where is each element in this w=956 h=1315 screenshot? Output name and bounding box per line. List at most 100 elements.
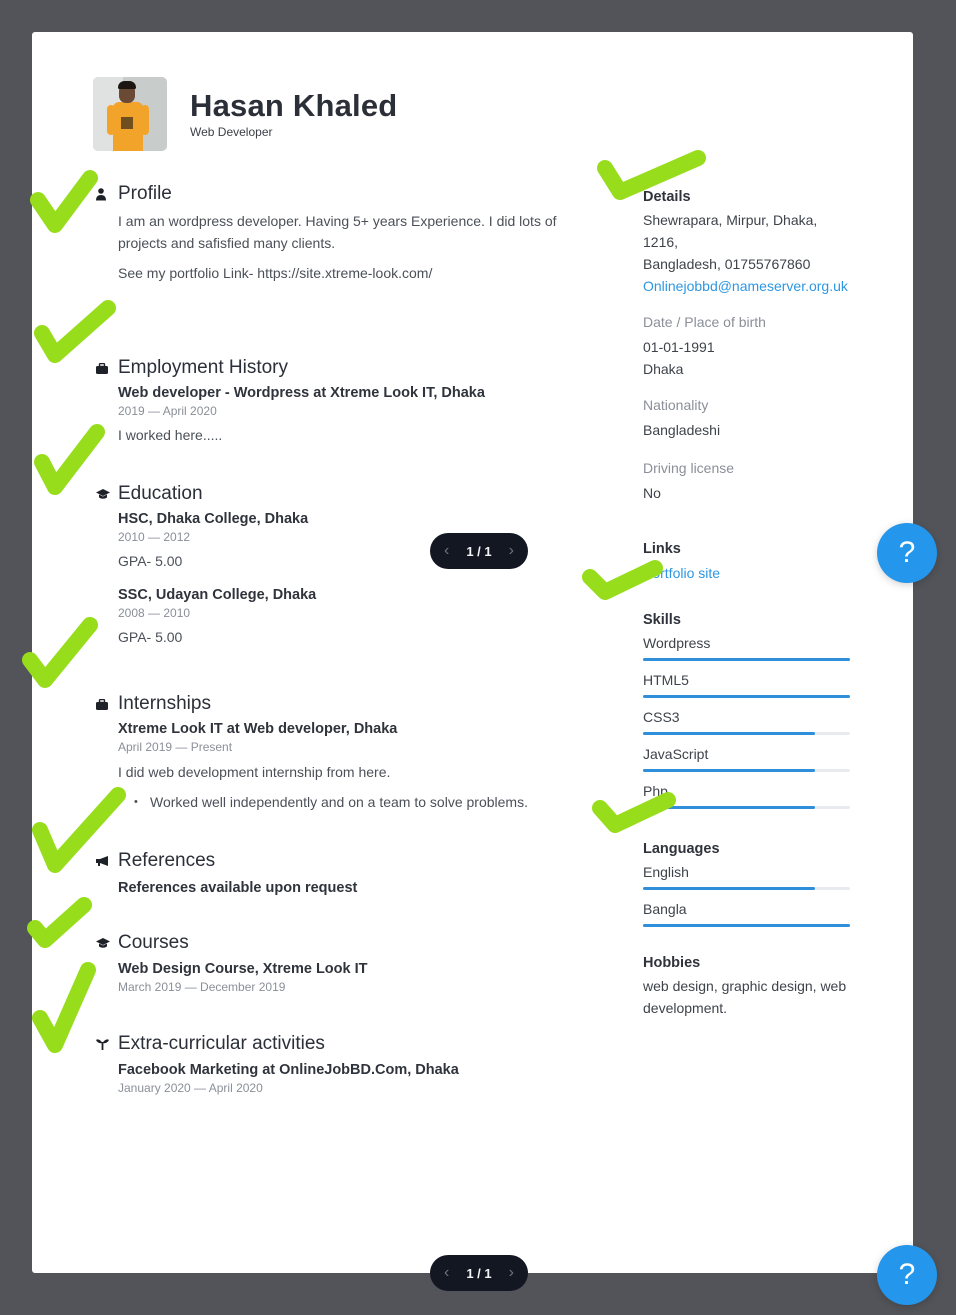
internship-date: April 2019 — Present [118, 740, 233, 754]
page-counter: 1 / 1 [466, 543, 492, 559]
skills-section: Skills Wordpress HTML5 CSS3 JavaScript Php [643, 610, 853, 817]
resume-header: Hasan Khaled Web Developer [93, 77, 397, 151]
section-title: Employment History [118, 357, 288, 378]
nationality-label: Nationality [643, 397, 709, 413]
question-mark-icon: ? [898, 1258, 916, 1291]
education-date: 2008 — 2010 [118, 606, 191, 620]
license-label: Driving license [643, 460, 735, 476]
education-title: SSC, Udayan College, Dhaka [118, 587, 317, 603]
chevron-left-icon[interactable]: ‹ [444, 1264, 449, 1282]
birth-date: 01-01-1991 [643, 339, 715, 355]
section-internships: Internships Xtreme Look IT at Web develo… [96, 692, 566, 813]
employment-description: I worked here..... [118, 427, 223, 443]
question-mark-icon: ? [898, 536, 916, 569]
section-courses: Courses Web Design Course, Xtreme Look I… [96, 931, 566, 995]
internship-title: Xtreme Look IT at Web developer, Dhaka [118, 721, 398, 737]
skill-level-bar [643, 806, 850, 809]
resume-page: Hasan Khaled Web Developer Profile I am … [32, 32, 913, 1273]
details-section: Details Shewrapara, Mirpur, Dhaka, 1216,… [643, 187, 853, 504]
section-title: Extra-curricular activities [118, 1033, 325, 1054]
language-label: English [643, 864, 689, 880]
skill-item: CSS3 [643, 706, 853, 743]
megaphone-icon [96, 856, 118, 866]
employment-date: 2019 — April 2020 [118, 404, 217, 418]
help-button[interactable]: ? [877, 523, 937, 583]
section-title: References [118, 850, 216, 871]
skill-level-bar [643, 732, 850, 735]
profile-summary: I am an wordpress developer. Having 5+ y… [118, 213, 557, 251]
section-references: References References available upon req… [96, 849, 566, 898]
languages-section: Languages English Bangla [643, 839, 853, 935]
links-title: Links [643, 541, 681, 557]
skill-level-fill [643, 769, 815, 772]
language-item: Bangla [643, 898, 853, 935]
skills-title: Skills [643, 612, 681, 628]
skill-level-bar [643, 658, 850, 661]
section-extracurricular: Extra-curricular activities Facebook Mar… [96, 1032, 566, 1096]
email-link[interactable]: Onlinejobbd@nameserver.org.uk [643, 275, 853, 297]
birth-place: Dhaka [643, 361, 684, 377]
skill-level-fill [643, 732, 815, 735]
education-description: GPA- 5.00 [118, 629, 183, 645]
candidate-name: Hasan Khaled [190, 88, 398, 123]
activity-title: Facebook Marketing at OnlineJobBD.Com, D… [118, 1062, 459, 1078]
skill-level-bar [643, 769, 850, 772]
graduation-cap-icon [96, 488, 118, 500]
profile-portfolio: See my portfolio Link- https://site.xtre… [118, 265, 433, 281]
person-icon [96, 187, 118, 201]
skill-level-fill [643, 695, 850, 698]
references-text: References available upon request [118, 880, 358, 896]
employment-title: Web developer - Wordpress at Xtreme Look… [118, 385, 485, 401]
skill-label: Wordpress [643, 635, 711, 651]
skill-item: HTML5 [643, 669, 853, 706]
skill-level-fill [643, 658, 850, 661]
chevron-left-icon[interactable]: ‹ [444, 542, 449, 560]
skill-item: Wordpress [643, 632, 853, 669]
course-date: March 2019 — December 2019 [118, 980, 286, 994]
language-level-bar [643, 887, 850, 890]
links-section: Links Portfolio site [643, 539, 720, 584]
help-button-bottom[interactable]: ? [877, 1245, 937, 1305]
section-title: Profile [118, 183, 172, 204]
address-line-2: Bangladesh, 01755767860 [643, 256, 811, 272]
hobbies-title: Hobbies [643, 955, 701, 971]
address-line-1: Shewrapara, Mirpur, Dhaka, 1216, [643, 212, 818, 250]
nationality-value: Bangladeshi [643, 422, 721, 438]
sprout-icon [96, 1038, 118, 1050]
hobbies-section: Hobbies web design, graphic design, web … [643, 953, 858, 1019]
page-counter: 1 / 1 [466, 1265, 492, 1281]
language-level-bar [643, 924, 850, 927]
briefcase-icon [96, 362, 118, 374]
birth-label: Date / Place of birth [643, 314, 766, 330]
page-navigator-bottom: ‹ 1 / 1 › [430, 1255, 528, 1291]
job-title: Web Developer [190, 125, 273, 139]
languages-title: Languages [643, 841, 720, 857]
avatar [93, 77, 167, 151]
section-title: Education [118, 483, 203, 504]
education-title: HSC, Dhaka College, Dhaka [118, 511, 309, 527]
internship-description: I did web development internship from he… [118, 764, 391, 780]
skill-level-fill [643, 806, 815, 809]
section-title: Courses [118, 932, 189, 953]
language-label: Bangla [643, 901, 687, 917]
portfolio-link[interactable]: Portfolio site [643, 562, 720, 584]
course-title: Web Design Course, Xtreme Look IT [118, 961, 368, 977]
skill-label: Php [643, 783, 668, 799]
section-profile: Profile I am an wordpress developer. Hav… [96, 182, 566, 284]
hobbies-text: web design, graphic design, web developm… [643, 978, 847, 1016]
language-level-fill [643, 924, 850, 927]
section-employment-history: Employment History Web developer - Wordp… [96, 356, 566, 446]
chevron-right-icon[interactable]: › [509, 542, 514, 560]
language-level-fill [643, 887, 815, 890]
skill-item: JavaScript [643, 743, 853, 780]
details-title: Details [643, 189, 691, 205]
skill-label: HTML5 [643, 672, 689, 688]
chevron-right-icon[interactable]: › [509, 1264, 514, 1282]
skill-level-bar [643, 695, 850, 698]
skill-item: Php [643, 780, 853, 817]
briefcase-icon [96, 698, 118, 710]
skill-label: CSS3 [643, 709, 680, 725]
graduation-cap-icon [96, 937, 118, 949]
education-item: SSC, Udayan College, Dhaka 2008 — 2010 G… [118, 585, 566, 648]
section-title: Internships [118, 693, 211, 714]
